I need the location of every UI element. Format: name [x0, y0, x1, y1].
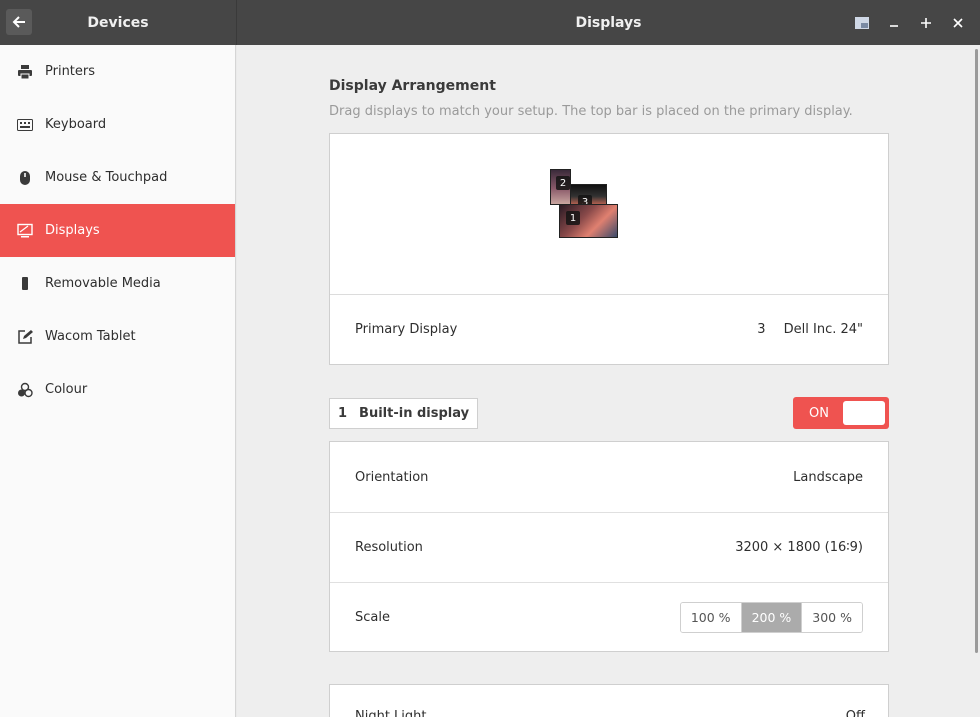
resolution-value: 3200 × 1800 (16∶9)	[735, 540, 863, 555]
sidebar-item-label: Printers	[45, 64, 96, 79]
close-button[interactable]	[942, 7, 974, 39]
sidebar-item-keyboard[interactable]: Keyboard	[0, 98, 235, 151]
scrollbar[interactable]	[975, 49, 978, 653]
sidebar: Printers Keyboard Mouse & Touchpad Displ…	[0, 45, 236, 717]
sidebar-item-mouse-touchpad[interactable]: Mouse & Touchpad	[0, 151, 235, 204]
close-icon	[953, 17, 963, 28]
sidebar-item-colour[interactable]: Colour	[0, 363, 235, 416]
maximize-icon	[921, 17, 931, 28]
sidebar-item-printers[interactable]: Printers	[0, 45, 235, 98]
sidebar-item-label: Mouse & Touchpad	[45, 170, 168, 185]
scale-selector: 100 % 200 % 300 %	[679, 601, 863, 633]
primary-display-row[interactable]: Primary Display 3 Dell Inc. 24"	[330, 295, 888, 364]
scale-row: Scale 100 % 200 % 300 %	[330, 582, 888, 651]
tablet-pen-icon	[16, 328, 34, 346]
monitor-number: 1	[566, 211, 580, 225]
arrangement-subtitle: Drag displays to match your setup. The t…	[329, 104, 853, 119]
colour-icon	[16, 381, 34, 399]
arrow-left-icon	[12, 16, 25, 28]
sidebar-item-label: Keyboard	[45, 117, 107, 132]
sidebar-item-displays[interactable]: Displays	[0, 204, 235, 257]
orientation-label: Orientation	[355, 469, 429, 485]
arrangement-frame: 2 3 1 Primary Display 3 Dell Inc. 24"	[329, 133, 889, 365]
sidebar-item-label: Colour	[45, 382, 88, 397]
display-enabled-toggle[interactable]: ON	[793, 397, 889, 429]
night-light-frame[interactable]: Night Light Off	[329, 684, 889, 717]
toggle-knob	[843, 401, 885, 425]
toggle-label: ON	[809, 405, 829, 421]
panel-title: Devices	[87, 14, 149, 31]
display-icon	[16, 222, 34, 240]
display-name-chip: 1 Built-in display	[329, 398, 479, 429]
primary-display-value: 3 Dell Inc. 24"	[757, 322, 863, 337]
maximize-button[interactable]	[910, 7, 942, 39]
orientation-value: Landscape	[793, 469, 863, 485]
monitor-1[interactable]: 1	[559, 204, 618, 238]
monitor-2[interactable]: 2	[550, 169, 571, 205]
monitor-3[interactable]: 3	[570, 184, 607, 205]
keyboard-icon	[16, 116, 34, 134]
night-light-label: Night Light	[355, 709, 427, 717]
arrangement-canvas[interactable]: 2 3 1	[330, 134, 888, 295]
scale-200-button[interactable]: 200 %	[740, 602, 802, 632]
header-bar: Devices Displays	[0, 0, 980, 45]
resolution-label: Resolution	[355, 540, 423, 555]
sidebar-item-label: Displays	[45, 223, 100, 238]
display-name: Built-in display	[359, 406, 470, 421]
monitor-number: 2	[556, 176, 570, 190]
header-left: Devices	[0, 0, 236, 45]
primary-display-label: Primary Display	[355, 322, 458, 337]
resolution-row[interactable]: Resolution 3200 × 1800 (16∶9)	[330, 512, 888, 582]
screenshot-icon	[855, 16, 869, 29]
scale-100-button[interactable]: 100 %	[680, 602, 741, 632]
display-number: 1	[338, 406, 348, 421]
back-button[interactable]	[6, 9, 32, 35]
minimize-button[interactable]	[878, 7, 910, 39]
sidebar-item-wacom-tablet[interactable]: Wacom Tablet	[0, 310, 235, 363]
usb-drive-icon	[16, 275, 34, 293]
window-controls	[846, 0, 974, 45]
primary-display-number: 3	[757, 322, 766, 337]
sidebar-item-label: Wacom Tablet	[45, 329, 136, 344]
printer-icon	[16, 63, 34, 81]
minimize-icon	[890, 24, 898, 27]
arrangement-title: Display Arrangement	[329, 78, 496, 94]
screenshot-button[interactable]	[846, 7, 878, 39]
primary-display-name: Dell Inc. 24"	[783, 322, 863, 337]
main-content: Display Arrangement Drag displays to mat…	[237, 45, 980, 717]
mouse-icon	[16, 169, 34, 187]
night-light-value: Off	[845, 709, 865, 717]
page-title: Displays	[575, 14, 642, 31]
sidebar-item-label: Removable Media	[45, 276, 161, 291]
scale-300-button[interactable]: 300 %	[801, 602, 862, 632]
night-light-row: Night Light Off	[355, 709, 865, 717]
orientation-row[interactable]: Orientation Landscape	[330, 442, 888, 512]
header-right: Displays	[237, 0, 980, 45]
scale-label: Scale	[355, 609, 390, 625]
sidebar-item-removable-media[interactable]: Removable Media	[0, 257, 235, 310]
display-settings-frame: Orientation Landscape Resolution 3200 × …	[329, 441, 889, 652]
